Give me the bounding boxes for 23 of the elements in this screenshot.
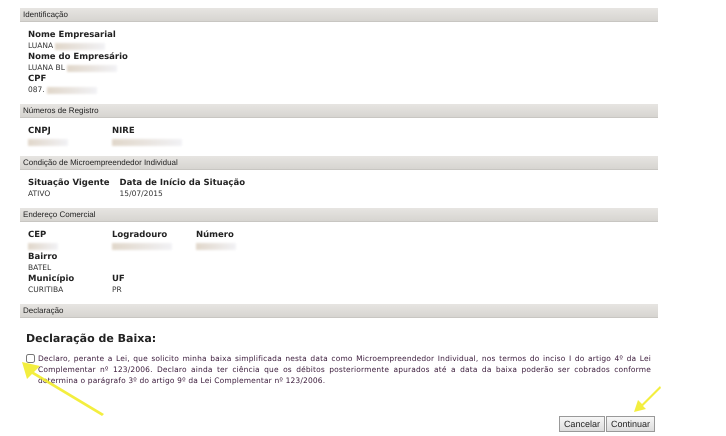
field-label: CPF [28,74,48,85]
section-header: Endereço Comercial [20,208,658,222]
arrow-icon [634,386,661,412]
field-label: Bairro [28,252,58,263]
field-label: CEP [28,230,48,241]
field-label: Município [28,274,76,285]
checkbox[interactable] [26,354,35,363]
field-label: Situação Vigente [28,178,110,189]
section-header: Números de Registro [20,104,658,118]
field-label: NIRE [112,126,136,137]
field-label: Data de Início da Situação [120,178,246,189]
section-header: Declaração [20,304,658,318]
section-header: Condição de Microempreendedor Individual [20,156,658,170]
field-label: CNPJ [28,126,52,137]
field-label: Logradouro [112,230,168,241]
declaration-title: Declaração de Baixa: [26,332,158,345]
field-label: Nome Empresarial [28,30,116,41]
section-header: Identificação [20,8,658,22]
continue-button[interactable]: Continuar [606,416,655,432]
cancel-button[interactable]: Cancelar [558,416,605,432]
field-label: UF [112,274,126,285]
field-label: Nome do Empresário [28,52,128,63]
field-label: Número [196,230,235,241]
